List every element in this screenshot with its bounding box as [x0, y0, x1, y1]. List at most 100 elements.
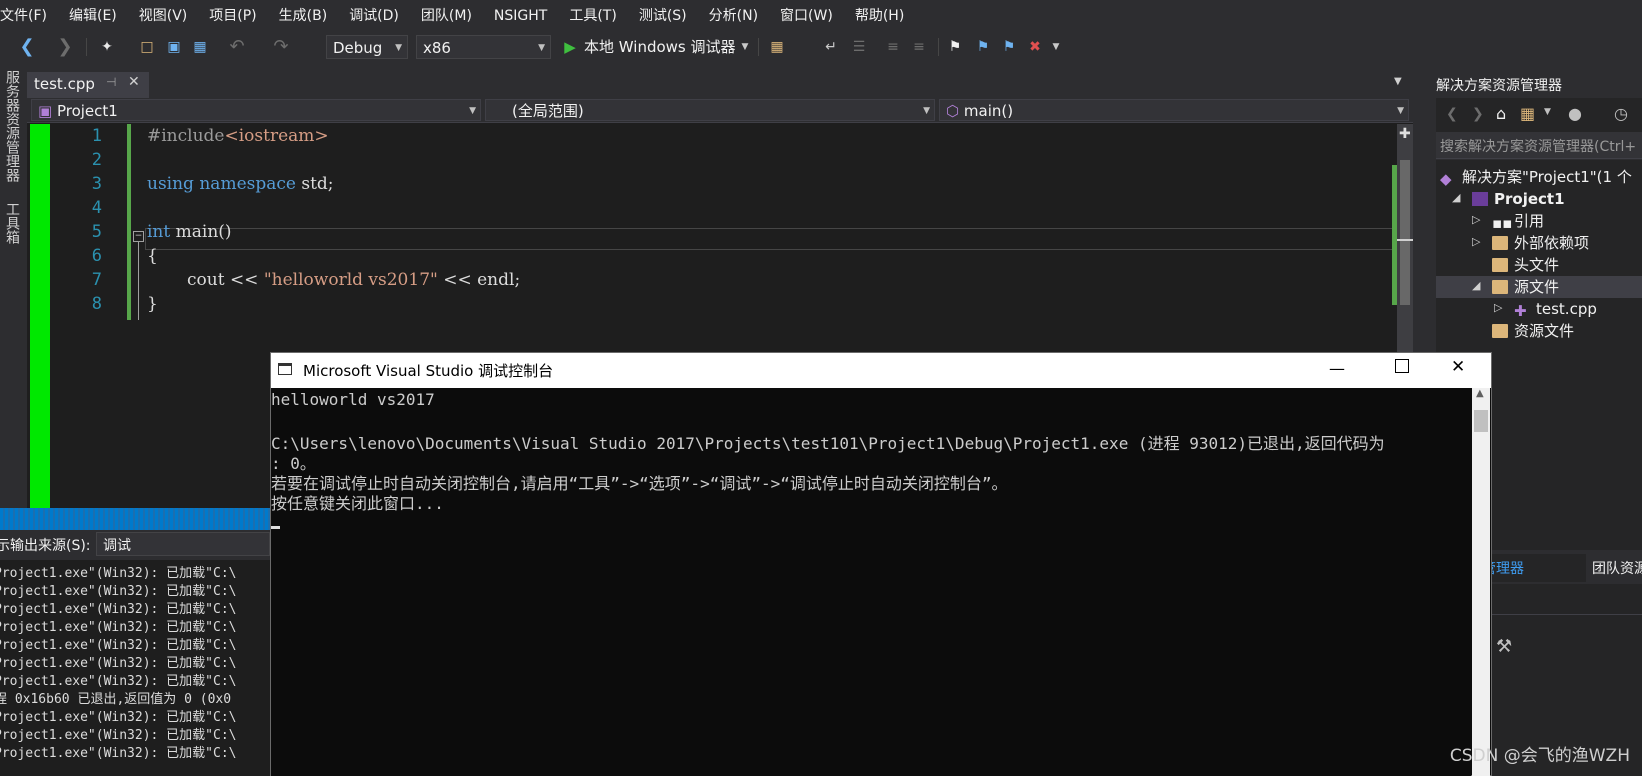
menu-build[interactable]: 生成(B)	[268, 0, 339, 32]
clear-bookmarks-icon[interactable]: ✖	[1026, 37, 1044, 57]
bookmark-icon[interactable]: ⚑	[946, 37, 964, 57]
redo-icon[interactable]: ↷	[270, 37, 292, 57]
tree-item-references[interactable]: ▪▪ 引用	[1492, 210, 1544, 232]
expanded-triangle-icon[interactable]: ◢	[1452, 191, 1460, 204]
save-all-icon[interactable]: ▦	[190, 37, 210, 57]
solution-configuration-select[interactable]: Debug ▼	[326, 35, 408, 59]
tree-item-test-cpp[interactable]: ✚ test.cpp	[1514, 298, 1597, 320]
project-icon	[1472, 192, 1488, 206]
menu-help[interactable]: 帮助(H)	[844, 0, 915, 32]
uncomment-icon[interactable]: ≡	[910, 37, 928, 57]
chevron-down-icon: ▼	[469, 106, 476, 116]
start-debug-icon[interactable]: ▶	[562, 37, 578, 57]
folder-icon	[1492, 280, 1508, 294]
comment-icon[interactable]: ≡	[884, 37, 902, 57]
platform-value: x86	[423, 39, 451, 57]
tab-overflow-chevron-icon[interactable]: ▼	[1394, 76, 1402, 87]
expanded-triangle-icon[interactable]: ◢	[1472, 279, 1480, 292]
undo-icon[interactable]: ↶	[226, 37, 248, 57]
code-string: "helloworld vs2017"	[263, 270, 438, 290]
forward-icon[interactable]: ❯	[1472, 106, 1484, 122]
output-source-select[interactable]: 调试	[96, 532, 270, 556]
tree-item-label: 源文件	[1514, 278, 1560, 296]
console-line: C:\Users\lenovo\Documents\Visual Studio …	[271, 434, 1385, 453]
tree-item-header-files[interactable]: 头文件	[1492, 254, 1559, 276]
console-vertical-scrollbar[interactable]: ▲	[1472, 388, 1490, 776]
solution-platform-select[interactable]: x86 ▼	[416, 35, 551, 59]
close-icon[interactable]: ✕	[1451, 357, 1465, 377]
back-icon[interactable]: ❮	[16, 37, 38, 57]
line-number: 3	[91, 174, 102, 194]
server-explorer-tab[interactable]: 服务器资源管理器	[2, 70, 22, 182]
scope-dropdown[interactable]: (全局范围) ▼	[485, 99, 935, 121]
menu-tools[interactable]: 工具(T)	[558, 0, 627, 32]
start-debug-button[interactable]: 本地 Windows 调试器	[584, 37, 736, 57]
collapsed-triangle-icon[interactable]: ▷	[1472, 213, 1480, 226]
search-placeholder: 搜索解决方案资源管理器(Ctrl+	[1440, 139, 1637, 155]
menu-project[interactable]: 项目(P)	[198, 0, 267, 32]
sync-icon[interactable]: ●	[1568, 104, 1582, 123]
forward-icon[interactable]: ❯	[56, 37, 74, 57]
chevron-down-icon: ▼	[395, 43, 402, 53]
close-icon[interactable]: ✕	[128, 74, 140, 90]
menu-file[interactable]: 文件(F)	[0, 0, 58, 32]
new-project-icon[interactable]: ✦	[96, 37, 118, 57]
history-icon[interactable]: ◷	[1614, 104, 1628, 123]
collapsed-triangle-icon[interactable]: ▷	[1472, 235, 1480, 248]
tree-item-external-dependencies[interactable]: 外部依赖项	[1492, 232, 1589, 254]
switch-views-icon[interactable]: ▦	[1520, 104, 1535, 123]
output-line: Project1.exe"(Win32): 已加载"C:\	[0, 710, 237, 725]
chevron-down-icon[interactable]: ▼	[1544, 107, 1551, 117]
tree-item-label: test.cpp	[1536, 300, 1597, 318]
toolbox-tab[interactable]: 工具箱	[2, 202, 22, 244]
split-icon[interactable]: ✚	[1399, 126, 1411, 142]
output-source-value: 调试	[103, 538, 131, 554]
home-icon[interactable]: ⌂	[1496, 104, 1506, 123]
menu-bar: 文件(F) 编辑(E) 视图(V) 项目(P) 生成(B) 调试(D) 团队(M…	[0, 0, 1642, 32]
back-icon[interactable]: ❮	[1446, 106, 1458, 122]
menu-window[interactable]: 窗口(W)	[769, 0, 844, 32]
document-tab-test-cpp[interactable]: test.cpp ⊣ ✕	[27, 72, 149, 98]
code-keyword: using	[147, 174, 194, 194]
cpp-file-icon: ✚	[1514, 302, 1527, 320]
collapsed-triangle-icon[interactable]: ▷	[1494, 301, 1502, 314]
project-dropdown[interactable]: ▣ Project1 ▼	[31, 99, 481, 121]
tab-label: 团队资源	[1592, 561, 1642, 577]
breakpoint-margin[interactable]	[30, 124, 50, 508]
tree-item-source-files[interactable]: 源文件	[1492, 276, 1559, 298]
tree-item-solution[interactable]: ◆ 解决方案"Project1"(1 个	[1440, 166, 1632, 188]
output-text-area[interactable]: Project1.exe"(Win32): 已加载"C:\ Project1.e…	[0, 560, 270, 776]
minimize-icon[interactable]: —	[1329, 359, 1345, 378]
output-toolbar: 示输出来源(S): 调试	[0, 530, 270, 558]
chevron-down-icon[interactable]: ▼	[1050, 37, 1062, 57]
console-titlebar[interactable]: Microsoft Visual Studio 调试控制台 — ✕	[271, 353, 1491, 388]
prev-bookmark-icon[interactable]: ⚑	[974, 37, 992, 57]
left-tool-tabs: 服务器资源管理器 工具箱	[0, 62, 22, 512]
pin-icon[interactable]: ⊣	[106, 75, 116, 89]
chevron-down-icon[interactable]: ▼	[740, 37, 750, 57]
maximize-icon[interactable]	[1395, 359, 1409, 373]
menu-debug[interactable]: 调试(D)	[338, 0, 410, 32]
collapse-toggle-icon[interactable]: −	[133, 231, 144, 242]
tree-item-project[interactable]: Project1	[1472, 188, 1565, 210]
menu-analyze[interactable]: 分析(N)	[698, 0, 769, 32]
menu-edit[interactable]: 编辑(E)	[58, 0, 128, 32]
menu-team[interactable]: 团队(M)	[410, 0, 483, 32]
tab-team-explorer[interactable]: 团队资源	[1588, 554, 1642, 582]
step-icon[interactable]: ↵	[820, 37, 842, 57]
wrench-icon[interactable]: ⚒	[1496, 636, 1512, 657]
member-dropdown[interactable]: ⬡ main() ▼	[939, 99, 1409, 121]
editor-scroll-thumb[interactable]	[1400, 160, 1410, 305]
tree-item-resource-files[interactable]: 资源文件	[1492, 320, 1574, 342]
console-scroll-thumb[interactable]	[1474, 410, 1488, 432]
next-bookmark-icon[interactable]: ⚑	[1000, 37, 1018, 57]
menu-nsight[interactable]: NSIGHT	[483, 0, 558, 32]
scroll-up-icon[interactable]: ▲	[1476, 388, 1484, 399]
open-folder-icon[interactable]: □	[136, 37, 158, 57]
menu-view[interactable]: 视图(V)	[128, 0, 199, 32]
solution-explorer-search-input[interactable]: 搜索解决方案资源管理器(Ctrl+	[1436, 132, 1642, 159]
menu-test[interactable]: 测试(S)	[628, 0, 698, 32]
toggle-icon[interactable]: ☰	[848, 37, 870, 57]
save-icon[interactable]: ▣	[164, 37, 184, 57]
find-in-files-icon[interactable]: ▦	[766, 37, 788, 57]
